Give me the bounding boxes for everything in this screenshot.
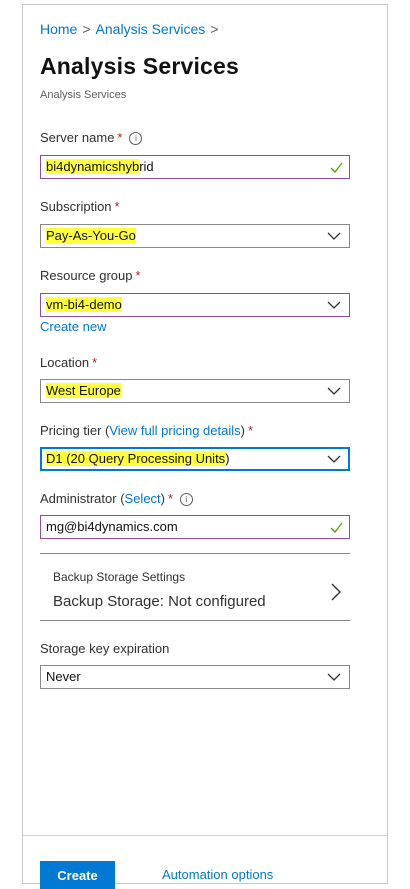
divider [40, 620, 350, 621]
server-name-value-highlighted: bi4dynamicshyb [46, 159, 140, 174]
administrator-value: mg@bi4dynamics.com [46, 519, 178, 534]
server-name-input[interactable]: bi4dynamicshybrid [40, 155, 350, 179]
server-name-label: Server name * i [40, 130, 143, 145]
storage-key-expiration-label: Storage key expiration [40, 641, 170, 656]
resource-group-label: Resource group * [40, 268, 141, 283]
backup-storage-status: Backup Storage: Not configured [53, 593, 266, 610]
administrator-input[interactable]: mg@bi4dynamics.com [40, 515, 350, 539]
breadcrumb-separator: > [82, 21, 91, 37]
pricing-tier-label: Pricing tier (View full pricing details)… [40, 423, 254, 438]
backup-storage-settings-title: Backup Storage Settings [53, 570, 186, 584]
storage-key-expiration-select[interactable]: Never [40, 665, 350, 689]
location-label: Location * [40, 355, 98, 370]
chevron-down-icon [327, 232, 341, 240]
page-title: Analysis Services [40, 53, 240, 79]
chevron-down-icon [327, 301, 341, 309]
location-value: West Europe [46, 383, 121, 398]
resource-group-value: vm-bi4-demo [46, 297, 122, 312]
breadcrumb-home[interactable]: Home [40, 21, 77, 37]
checkmark-icon [330, 162, 343, 173]
breadcrumb-separator: > [210, 21, 219, 37]
storage-key-expiration-value: Never [46, 669, 81, 684]
info-icon[interactable]: i [129, 132, 143, 145]
automation-options-link[interactable]: Automation options [162, 867, 273, 882]
chevron-down-icon [327, 455, 341, 463]
page-subtitle: Analysis Services [40, 89, 127, 101]
view-pricing-details-link[interactable]: View full pricing details [109, 423, 240, 438]
checkmark-icon [330, 522, 343, 533]
footer-divider [23, 835, 387, 836]
create-analysis-services-panel: Home > Analysis Services > Analysis Service… [22, 4, 388, 889]
backup-storage-settings-row[interactable] [40, 554, 350, 620]
location-select[interactable]: West Europe [40, 379, 350, 403]
pricing-tier-select[interactable]: D1 (20 Query Processing Units) [40, 447, 350, 471]
create-new-link[interactable]: Create new [40, 319, 106, 334]
select-administrator-link[interactable]: Select [125, 491, 161, 506]
chevron-right-icon[interactable] [330, 582, 342, 602]
subscription-select[interactable]: Pay-As-You-Go [40, 224, 350, 248]
administrator-label: Administrator (Select) * i [40, 491, 194, 506]
info-icon[interactable]: i [180, 493, 194, 506]
resource-group-select[interactable]: vm-bi4-demo [40, 293, 350, 317]
breadcrumb-analysis-services[interactable]: Analysis Services [96, 21, 206, 37]
pricing-tier-value-highlighted: D1 (20 Query Processing Units [46, 451, 226, 466]
chevron-down-icon [327, 673, 341, 681]
chevron-down-icon [327, 387, 341, 395]
subscription-value: Pay-As-You-Go [46, 228, 136, 243]
pricing-tier-value-rest: ) [225, 451, 230, 466]
create-button[interactable]: Create [40, 861, 115, 889]
server-name-value-rest: rid [139, 159, 154, 174]
subscription-label: Subscription * [40, 199, 120, 214]
breadcrumb: Home > Analysis Services > [40, 21, 223, 37]
